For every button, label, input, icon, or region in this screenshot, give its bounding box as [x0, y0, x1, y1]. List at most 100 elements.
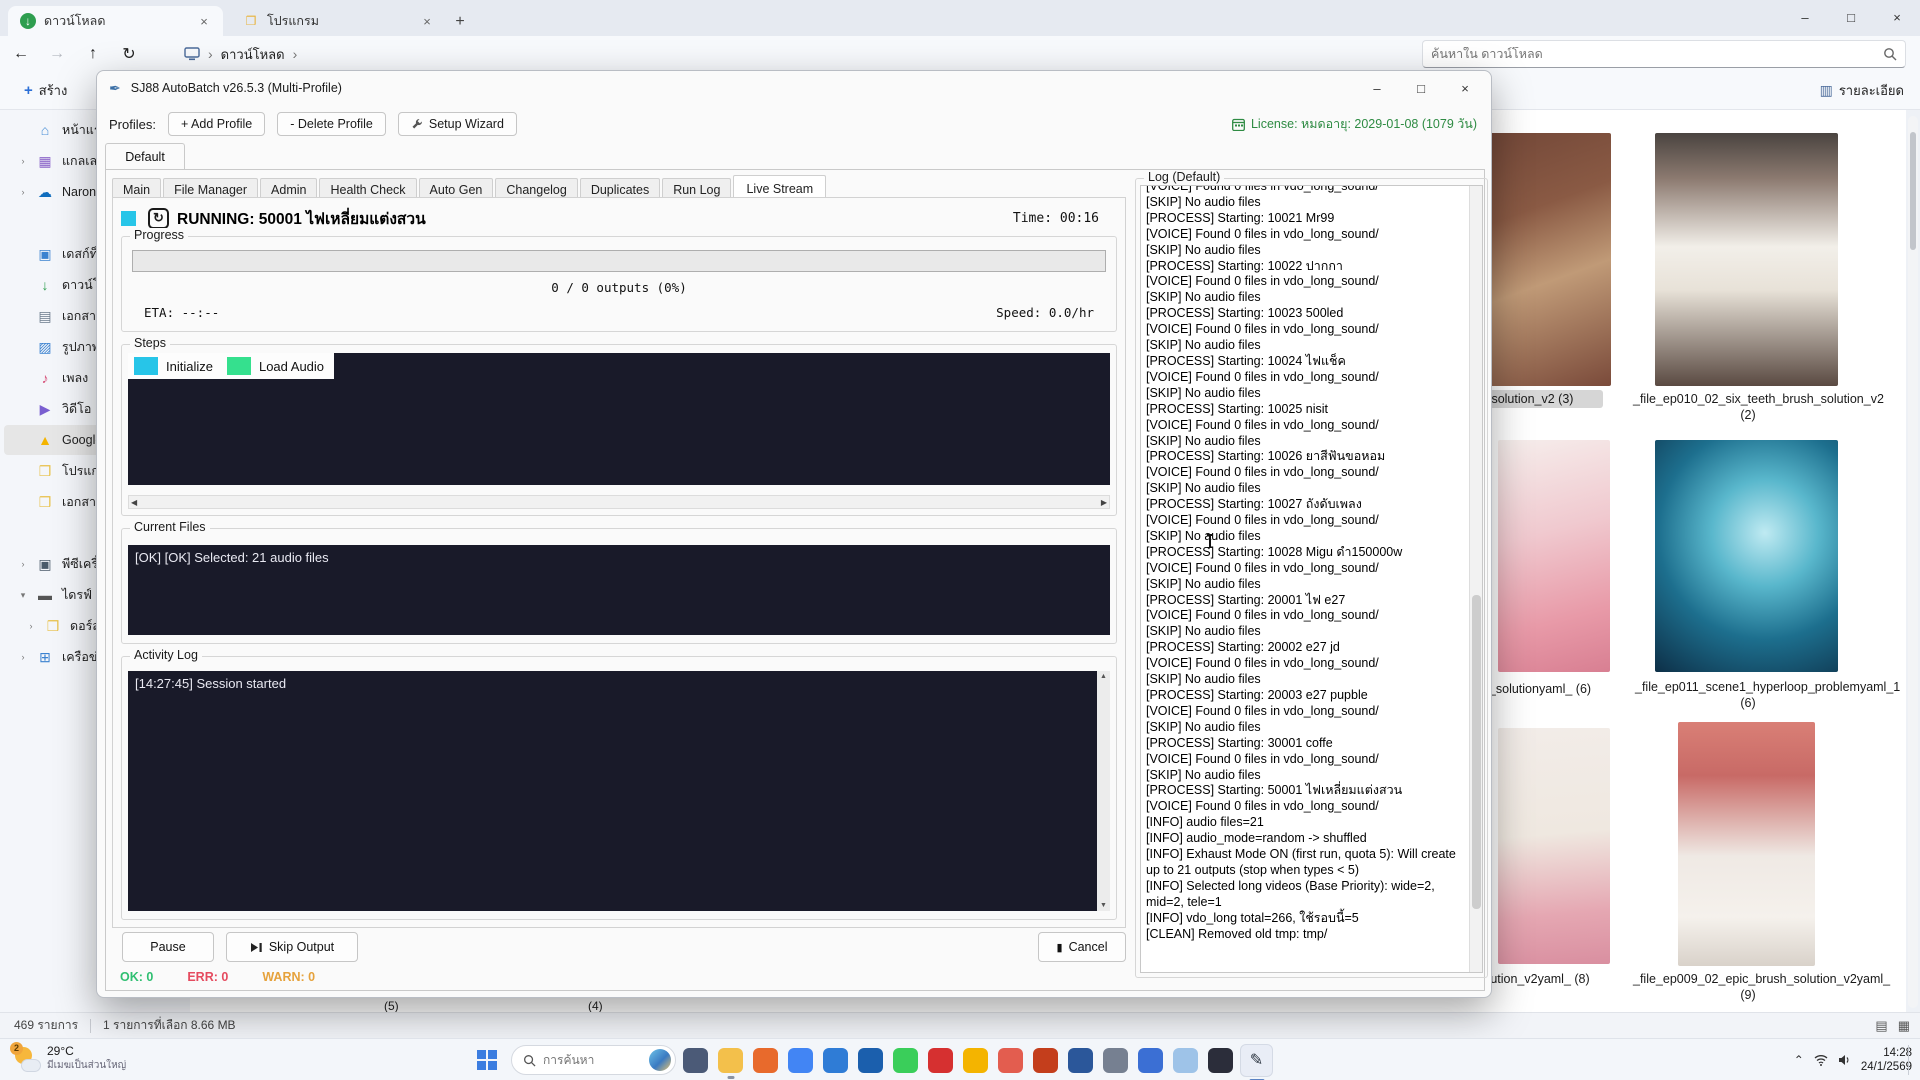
expander-chevron-icon[interactable]: ▾ — [18, 590, 28, 601]
activity-log-scrollbar[interactable]: ▲ ▼ — [1097, 671, 1110, 911]
log-line: [VOICE] Found 0 files in vdo_long_sound/ — [1146, 465, 1379, 480]
expander-chevron-icon[interactable]: › — [18, 156, 28, 166]
up-button[interactable]: ↑ — [78, 39, 108, 69]
scroll-up-arrow-icon[interactable]: ▲ — [1100, 673, 1107, 680]
pause-button[interactable]: Pause — [122, 932, 214, 962]
scrollbar-thumb[interactable] — [1910, 132, 1916, 250]
warning-counter: WARN: 0 — [262, 970, 316, 984]
result-counters: OK: 0 ERR: 0 WARN: 0 — [120, 970, 315, 984]
file-caption[interactable]: _file_ep010_02_six_teeth_brush_solution_… — [1628, 390, 1884, 425]
taskbar-app-icon[interactable] — [858, 1047, 883, 1073]
log-line: [VOICE] Found 0 files in vdo_long_sound/ — [1146, 560, 1379, 575]
skip-output-button[interactable]: Skip Output — [226, 932, 358, 962]
search-highlight-image[interactable] — [649, 1049, 671, 1071]
details-pane-button[interactable]: ▥ รายละเอียด — [1820, 80, 1904, 101]
taskbar-app-icon[interactable] — [683, 1047, 708, 1073]
explorer-search-input[interactable] — [1431, 47, 1883, 61]
open-app-indicator — [727, 1075, 734, 1079]
new-item-button[interactable]: + สร้าง — [14, 75, 77, 106]
taskbar-app-icon[interactable] — [1208, 1047, 1233, 1073]
dialog-close-button[interactable]: × — [1443, 71, 1487, 105]
minimize-button[interactable]: – — [1782, 0, 1828, 34]
activity-log-console[interactable]: [14:27:45] Session started ▲ ▼ — [128, 671, 1110, 911]
taskbar-app-icon[interactable] — [928, 1047, 953, 1073]
taskbar-app-icon[interactable] — [823, 1047, 848, 1073]
clock[interactable]: 14:28 24/1/2569 — [1861, 1046, 1912, 1075]
taskbar-app-icon[interactable] — [1138, 1047, 1163, 1073]
cancel-button[interactable]: ▮ Cancel — [1038, 932, 1126, 962]
start-button[interactable] — [470, 1043, 504, 1077]
taskbar-app-icon[interactable] — [1068, 1047, 1093, 1073]
scroll-right-arrow-icon[interactable]: ▶ — [1101, 498, 1107, 507]
log-scrollbar[interactable] — [1469, 186, 1482, 972]
close-tab-icon[interactable]: × — [195, 12, 213, 30]
scroll-left-arrow-icon[interactable]: ◀ — [131, 498, 137, 507]
current-files-line: [OK] [OK] Selected: 21 audio files — [135, 550, 329, 565]
tray-overflow-chevron-icon[interactable]: ⌃ — [1794, 1053, 1804, 1067]
file-thumbnail[interactable] — [1498, 440, 1610, 672]
volume-icon[interactable] — [1838, 1054, 1851, 1066]
back-button[interactable]: ← — [6, 39, 36, 69]
file-caption-fragment[interactable]: (4) — [588, 999, 603, 1013]
list-view-icon[interactable]: ▤ — [1875, 1018, 1887, 1034]
close-button[interactable]: × — [1874, 0, 1920, 34]
taskbar-app-icon[interactable] — [1103, 1047, 1128, 1073]
setup-wizard-button[interactable]: Setup Wizard — [397, 112, 517, 136]
explorer-scrollbar[interactable] — [1908, 116, 1918, 1008]
add-profile-button[interactable]: + Add Profile — [167, 112, 266, 136]
new-tab-button[interactable]: + — [446, 8, 474, 36]
show-desktop-button[interactable] — [1908, 1045, 1912, 1075]
taskbar-search-input[interactable] — [543, 1053, 635, 1067]
taskbar-app-icon[interactable] — [998, 1047, 1023, 1073]
taskbar-app-icon[interactable] — [1173, 1047, 1198, 1073]
file-thumbnail[interactable] — [1655, 133, 1838, 386]
maximize-button[interactable]: □ — [1828, 0, 1874, 34]
log-line: [CLEAN] Removed old tmp: tmp/ — [1146, 926, 1328, 941]
expander-chevron-icon[interactable]: › — [18, 559, 28, 569]
taskbar-app-autobatch-icon[interactable]: ✎ — [1240, 1043, 1273, 1080]
restart-icon: ↻ — [148, 207, 169, 229]
scrollbar-thumb[interactable] — [1472, 594, 1481, 910]
expander-chevron-icon[interactable]: › — [18, 187, 28, 197]
wifi-icon[interactable] — [1814, 1054, 1828, 1066]
dialog-title-bar[interactable]: ✒ SJ88 AutoBatch v26.5.3 (Multi-Profile)… — [97, 71, 1491, 105]
taskbar-app-icon[interactable] — [963, 1047, 988, 1073]
taskbar-app-icon[interactable] — [1033, 1047, 1058, 1073]
dialog-minimize-button[interactable]: – — [1355, 71, 1399, 105]
expander-chevron-icon[interactable]: › — [18, 652, 28, 662]
file-caption[interactable]: _file_ep009_02_epic_brush_solution_v2yam… — [1628, 970, 1890, 1005]
taskbar-app-icon[interactable] — [753, 1047, 778, 1073]
close-tab-icon[interactable]: × — [418, 12, 436, 30]
dialog-maximize-button[interactable]: □ — [1399, 71, 1443, 105]
explorer-tab-downloads[interactable]: ↓ ดาวน์โหลด × — [8, 6, 223, 36]
file-caption[interactable]: _file_ep011_scene1_hyperloop_problemyaml… — [1630, 678, 1900, 713]
log-line: [VOICE] Found 0 files in vdo_long_sound/ — [1146, 751, 1379, 766]
explorer-tab-programs[interactable]: ❒ โปรแกรม × — [231, 6, 446, 36]
expander-chevron-icon[interactable]: › — [26, 621, 36, 631]
log-console[interactable]: [VOICE] Found 0 files in vdo_long_sound/… — [1140, 185, 1483, 973]
profile-tab-default[interactable]: Default — [105, 143, 185, 170]
breadcrumb-folder[interactable]: ดาวน์โหลด — [221, 44, 285, 65]
forward-button[interactable]: → — [42, 39, 72, 69]
log-line: [PROCESS] Starting: 50001 ไฟเหลี่ยมแต่งส… — [1146, 783, 1403, 798]
refresh-button[interactable]: ↻ — [114, 39, 144, 69]
explorer-search-box[interactable] — [1422, 40, 1906, 68]
weather-widget[interactable]: 2 29°C มีเมฆเป็นส่วนใหญ่ — [6, 1041, 134, 1075]
taskbar-app-icon[interactable] — [893, 1047, 918, 1073]
log-line: [VOICE] Found 0 files in vdo_long_sound/ — [1146, 417, 1379, 432]
items-count: 469 รายการ — [14, 1018, 79, 1032]
steps-horizontal-scrollbar[interactable]: ◀ ▶ — [128, 495, 1110, 509]
breadcrumb[interactable]: › ดาวน์โหลด › — [184, 44, 297, 65]
taskbar-search-box[interactable] — [511, 1045, 676, 1075]
log-group: Log (Default) [VOICE] Found 0 files in v… — [1135, 170, 1488, 978]
current-files-console[interactable]: [OK] [OK] Selected: 21 audio files — [128, 545, 1110, 635]
file-caption-fragment[interactable]: (5) — [384, 999, 399, 1013]
taskbar-app-icon[interactable] — [718, 1047, 743, 1079]
thumbnail-view-icon[interactable]: ▦ — [1898, 1018, 1910, 1034]
file-thumbnail[interactable] — [1498, 728, 1610, 964]
scroll-down-arrow-icon[interactable]: ▼ — [1100, 902, 1107, 909]
taskbar-app-icon[interactable] — [788, 1047, 813, 1073]
delete-profile-button[interactable]: - Delete Profile — [277, 112, 386, 136]
file-thumbnail[interactable] — [1655, 440, 1838, 672]
file-thumbnail[interactable] — [1678, 722, 1815, 966]
